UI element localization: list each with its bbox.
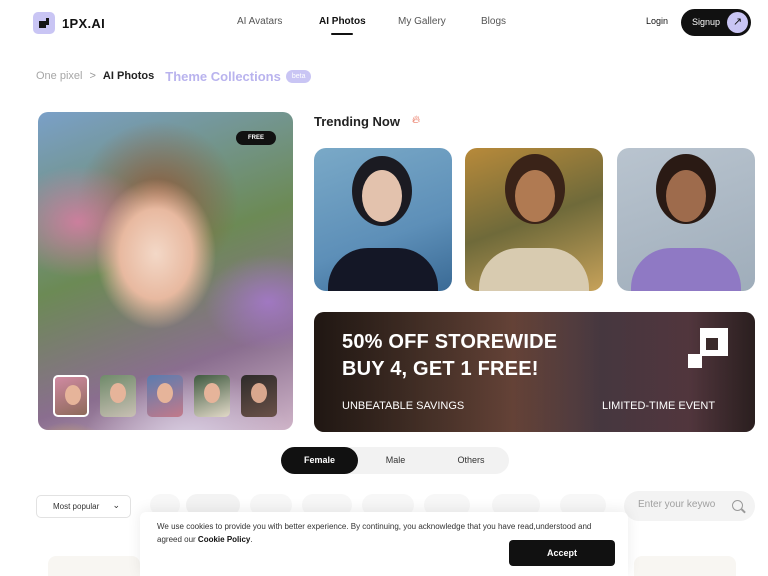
portrait-face <box>666 170 706 222</box>
nav-item-blogs[interactable]: Blogs <box>481 16 506 27</box>
promo-headline-2: BUY 4, GET 1 FREE! <box>342 358 539 380</box>
signup-button[interactable]: Signup ↗ <box>681 9 751 36</box>
nav-item-ai-avatars[interactable]: AI Avatars <box>237 16 282 27</box>
portrait-body <box>479 248 589 291</box>
breadcrumb-current: AI Photos <box>102 70 155 82</box>
tab-male[interactable]: Male <box>358 447 433 474</box>
beta-badge: beta <box>285 69 312 83</box>
cookie-policy-link[interactable]: Cookie Policy <box>198 535 250 544</box>
tab-female[interactable]: Female <box>281 447 358 474</box>
thumbnail-face <box>110 383 126 403</box>
trending-card-1[interactable] <box>314 148 452 291</box>
thumbnail-3[interactable] <box>147 375 183 417</box>
search-input[interactable] <box>638 499 732 510</box>
hero-image[interactable]: FREE <box>38 112 293 430</box>
thumbnail-face <box>65 385 81 405</box>
cookie-banner: We use cookies to provide you with bette… <box>140 512 628 576</box>
thumbnail-5[interactable] <box>241 375 277 417</box>
nav-item-ai-photos[interactable]: AI Photos <box>319 16 366 27</box>
gender-tabs: Female Male Others <box>281 447 509 474</box>
thumbnail-1[interactable] <box>53 375 89 417</box>
trending-card-2[interactable] <box>465 148 603 291</box>
search-icon[interactable] <box>732 500 743 511</box>
sort-value: Most popular <box>53 502 100 511</box>
gallery-card-peek <box>48 556 140 576</box>
breadcrumb-home[interactable]: One pixel <box>36 70 82 82</box>
promo-savings-text: UNBEATABLE SAVINGS <box>342 400 465 412</box>
promo-headline-1: 50% OFF STOREWIDE <box>342 331 558 353</box>
gallery-card-peek <box>634 556 736 576</box>
trending-card-3[interactable] <box>617 148 755 291</box>
search-box <box>624 491 755 521</box>
promo-event-text: LIMITED-TIME EVENT <box>602 400 716 412</box>
chevron-down-icon: ⌄ <box>112 500 120 510</box>
thumbnail-face <box>157 383 173 403</box>
thumbnail-4[interactable] <box>194 375 230 417</box>
thumbnail-face <box>251 383 267 403</box>
theme-collections-link[interactable]: Theme Collections <box>165 69 281 84</box>
site-header: 1PX.AI AI Avatars AI Photos My Gallery B… <box>0 0 768 46</box>
flame-icon: 🔥︎ <box>412 114 421 126</box>
trending-title: Trending Now <box>314 114 400 129</box>
free-badge: FREE <box>236 131 276 145</box>
brand-logo-icon <box>688 328 728 368</box>
nav-item-my-gallery[interactable]: My Gallery <box>398 16 446 27</box>
logo-cutout <box>706 338 718 350</box>
sort-select[interactable]: Most popular ⌄ <box>36 495 131 518</box>
portrait-face <box>515 170 555 222</box>
accept-button[interactable]: Accept <box>509 540 615 566</box>
arrow-up-right-icon: ↗ <box>727 12 748 33</box>
promo-banner[interactable]: 50% OFF STOREWIDE BUY 4, GET 1 FREE! UNB… <box>314 312 755 432</box>
breadcrumb: One pixel > AI Photos Theme Collections … <box>36 67 312 85</box>
thumbnail-face <box>204 383 220 403</box>
logo-block <box>688 354 702 368</box>
portrait-body <box>328 248 438 291</box>
portrait-face <box>362 170 402 222</box>
portrait-body <box>631 248 741 291</box>
thumbnail-2[interactable] <box>100 375 136 417</box>
cookie-text-end: . <box>250 535 253 544</box>
nav-active-indicator <box>331 33 353 35</box>
breadcrumb-separator: > <box>89 70 96 82</box>
tab-others[interactable]: Others <box>433 447 509 474</box>
login-button[interactable]: Login <box>646 16 668 26</box>
signup-label: Signup <box>692 17 721 27</box>
